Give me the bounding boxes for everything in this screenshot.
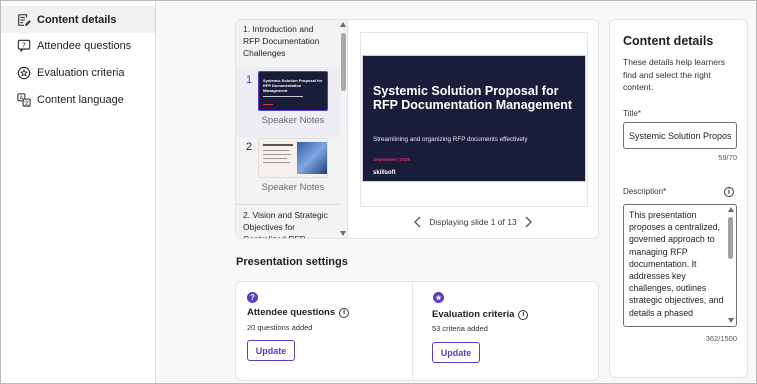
sidebar-item-label: Content details — [37, 13, 117, 26]
content-details-heading: Content details — [623, 34, 714, 48]
description-char-count: 362/1500 — [705, 334, 737, 343]
description-scrollbar[interactable] — [727, 206, 735, 324]
presentation-settings-heading: Presentation settings — [236, 256, 348, 268]
thumb-subtitle-line — [263, 96, 303, 97]
sidebar-item-content-details[interactable]: Content details — [1, 6, 155, 33]
translate-icon: A文 — [17, 92, 31, 106]
scroll-down-arrow-icon[interactable] — [727, 318, 734, 323]
sidebar-item-content-language[interactable]: A文 Content language — [1, 86, 155, 113]
chevron-right-icon[interactable] — [523, 216, 533, 228]
info-icon[interactable]: i — [724, 187, 734, 197]
preview-logo: skillsoft — [373, 170, 396, 176]
divider — [412, 282, 413, 380]
slide-thumbnail-2[interactable]: 2 Speaker Notes — [236, 134, 340, 204]
slide-navigator: Displaying slide 1 of 13 — [413, 214, 533, 230]
slide-section-title: 1. Introduction and RFP Documentation Ch… — [243, 24, 320, 58]
svg-text:A: A — [20, 95, 24, 101]
slide-indicator: Displaying slide 1 of 13 — [429, 217, 517, 227]
slide-number: 1 — [246, 74, 253, 86]
content-details-description: These details help learners find and sel… — [623, 57, 726, 92]
title-char-count: 59/70 — [718, 153, 737, 162]
slide-number: 2 — [246, 141, 253, 153]
app-window: Content details ? Attendee questions Eva… — [0, 0, 757, 384]
attendee-questions-label: Attendee questions — [247, 307, 336, 318]
star-badge-icon: ★ — [433, 292, 444, 303]
preview-title: Systemic Solution Proposal for RFP Docum… — [373, 84, 573, 112]
thumb-title: Systemic Solution Proposal for RFP Docum… — [263, 78, 323, 93]
info-icon[interactable]: i — [518, 309, 529, 320]
slide-thumbnail-image: Systemic Solution Proposal for RFP Docum… — [258, 71, 328, 111]
scroll-down-arrow-icon[interactable] — [340, 231, 346, 236]
preview-subtitle: Streamlining and organizing RFP document… — [373, 136, 528, 143]
preview-date: September | 2026 — [373, 157, 411, 162]
evaluation-criteria-title: Evaluation criteria i — [432, 309, 529, 320]
slide-thumbnail-list[interactable]: 1. Introduction and RFP Documentation Ch… — [236, 20, 348, 238]
svg-text:文: 文 — [24, 98, 30, 106]
description-label: Description* — [623, 187, 667, 196]
slide-section-title: 2. Vision and Strategic Objectives for C… — [243, 210, 328, 238]
question-bubble-icon: ? — [17, 39, 31, 52]
speaker-notes-label: Speaker Notes — [261, 182, 325, 193]
slide-thumbnail-1[interactable]: 1 Systemic Solution Proposal for RFP Doc… — [236, 67, 340, 137]
scrollbar-thumb[interactable] — [728, 217, 733, 259]
thumb-text-line — [263, 154, 291, 155]
attendee-questions-count: 20 questions added — [247, 323, 313, 332]
svg-text:?: ? — [22, 41, 26, 49]
title-label: Title* — [623, 109, 641, 118]
sidebar-item-label: Evaluation criteria — [37, 66, 125, 79]
sidebar: Content details ? Attendee questions Eva… — [1, 1, 156, 383]
update-evaluation-criteria-button[interactable]: Update — [432, 342, 480, 363]
thumb-text-line — [263, 150, 289, 151]
update-attendee-questions-button[interactable]: Update — [247, 340, 295, 361]
edit-document-icon — [18, 13, 31, 26]
info-icon[interactable]: i — [339, 307, 350, 318]
thumb-image-block — [297, 142, 327, 174]
sidebar-item-label: Content language — [37, 93, 124, 106]
speaker-notes-label: Speaker Notes — [261, 115, 325, 126]
question-badge-icon: ? — [247, 292, 258, 303]
chevron-left-icon[interactable] — [413, 216, 423, 228]
evaluation-criteria-label: Evaluation criteria — [432, 309, 515, 320]
description-textarea[interactable]: This presentation proposes a centralized… — [623, 204, 737, 327]
thumb-date-line — [263, 104, 273, 105]
thumb-text-line — [263, 162, 290, 163]
star-badge-icon — [17, 66, 31, 79]
slide-preview: Systemic Solution Proposal for RFP Docum… — [362, 55, 586, 182]
sidebar-item-evaluation-criteria[interactable]: Evaluation criteria — [1, 59, 155, 86]
thumb-text-line — [263, 158, 287, 159]
attendee-questions-title: Attendee questions i — [247, 307, 350, 318]
scroll-up-arrow-icon[interactable] — [340, 22, 346, 27]
thumb-text-line — [263, 144, 293, 146]
evaluation-criteria-count: 53 criteria added — [432, 324, 488, 333]
divider — [236, 204, 340, 205]
scroll-up-arrow-icon[interactable] — [727, 207, 734, 212]
scrollbar-thumb[interactable] — [341, 33, 346, 91]
slide-thumbnail-image — [258, 138, 328, 178]
title-input[interactable] — [623, 122, 737, 149]
sidebar-item-attendee-questions[interactable]: ? Attendee questions — [1, 32, 155, 59]
thumbnail-scrollbar[interactable] — [339, 21, 347, 237]
sidebar-item-label: Attendee questions — [37, 39, 132, 52]
